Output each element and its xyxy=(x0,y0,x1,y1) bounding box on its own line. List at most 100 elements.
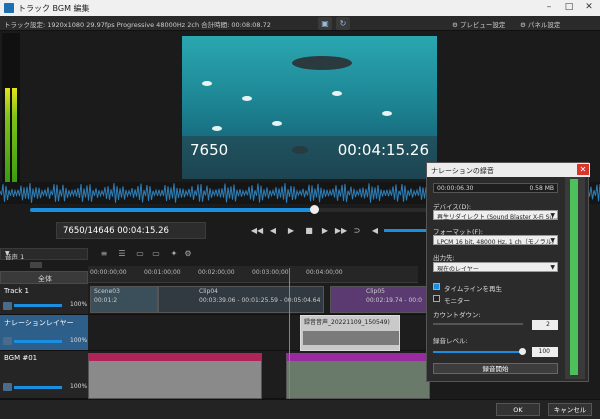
level-slider[interactable] xyxy=(433,351,523,353)
ruler-tick-label: 00:01:00;00 xyxy=(144,269,181,276)
cancel-button[interactable]: キャンセル xyxy=(548,403,592,416)
level-spinner[interactable]: 100 xyxy=(532,347,558,357)
fish-shape xyxy=(202,81,212,86)
new-file-icon[interactable]: ▭ xyxy=(134,249,146,259)
window-title: トラック BGM 編集 xyxy=(18,4,90,13)
clip-clip04[interactable]: Clip04 00:03:39.06 - 00:01:25.59 - 00:05… xyxy=(158,286,324,313)
zoom-all-button[interactable]: 全体 xyxy=(0,271,88,284)
start-recording-button[interactable]: 録音開始 xyxy=(433,363,558,374)
step-forward-icon[interactable]: ▶ xyxy=(318,224,332,237)
chevron-down-icon: ▼ xyxy=(550,264,555,271)
countdown-label: カウントダウン: xyxy=(433,311,481,319)
record-level-meter xyxy=(565,177,585,379)
maximize-icon[interactable]: □ xyxy=(560,2,578,14)
fish-shape xyxy=(272,121,282,126)
clip-recording[interactable]: 録音音声_20221109_150549) xyxy=(300,315,400,351)
play-timeline-checkbox[interactable] xyxy=(433,283,440,290)
add-track-icon[interactable]: ≡ xyxy=(98,249,110,259)
playhead[interactable] xyxy=(289,268,290,400)
ruler-tick-label: 00:00:00;00 xyxy=(90,269,127,276)
close-icon[interactable]: ✕ xyxy=(580,2,598,14)
fish-shape xyxy=(242,96,252,101)
track-lane[interactable]: Audio01 Audio 2 xyxy=(88,351,430,399)
timeline-ruler[interactable]: 00:00:00;00 00:01:00;00 00:02:00;00 00:0… xyxy=(88,266,418,283)
folder-icon[interactable]: ▭ xyxy=(150,249,162,259)
play-icon[interactable]: ▶ xyxy=(284,224,298,237)
track-list-icon[interactable]: ☰ xyxy=(116,249,128,259)
fish-shape xyxy=(382,111,392,116)
seek-bar[interactable] xyxy=(30,205,430,214)
play-timeline-label: タイムラインを再生 xyxy=(444,285,503,293)
chevron-down-icon: ▼ xyxy=(550,212,555,219)
frame-counter: 7650/14646 00:04:15.26 xyxy=(56,222,206,239)
seek-handle[interactable] xyxy=(310,205,319,214)
loop-icon[interactable]: ⊃ xyxy=(350,224,364,237)
output-select[interactable]: 現在のレイヤー ▼ xyxy=(433,262,558,273)
clip-audio01[interactable]: Audio01 xyxy=(88,353,262,399)
level-label: 録音レベル: xyxy=(433,337,468,345)
track-volume-slider[interactable] xyxy=(14,340,62,343)
clip-waveform xyxy=(303,331,399,345)
track-lane[interactable]: 録音音声_20221109_150549) xyxy=(88,315,430,351)
dialog-title: ナレーションの録音 xyxy=(431,167,494,175)
level-slider-handle[interactable] xyxy=(519,348,526,355)
stop-icon[interactable]: ■ xyxy=(302,224,316,237)
speaker-icon[interactable] xyxy=(3,302,12,310)
minimize-icon[interactable]: – xyxy=(540,2,558,14)
record-level-bar xyxy=(570,179,578,375)
scene-icon[interactable]: ▣ xyxy=(318,17,332,30)
marker-icon[interactable]: ✦ xyxy=(168,249,180,259)
meter-right-channel xyxy=(12,88,17,183)
track-lane[interactable]: Scene03 00:01:2 Clip04 00:03:39.06 - 00:… xyxy=(88,284,430,315)
countdown-spinner[interactable]: 2 xyxy=(532,320,558,330)
ruler-tick-label: 00:04:00;00 xyxy=(306,269,343,276)
track-header[interactable]: BGM #01 100% xyxy=(0,351,88,399)
close-icon[interactable]: ✕ xyxy=(577,164,589,175)
track-header[interactable]: ナレーションレイヤー 100% xyxy=(0,315,88,351)
track-volume-slider[interactable] xyxy=(14,386,62,389)
elapsed-time: 00:00:06.30 xyxy=(437,185,474,192)
output-label: 出力先: xyxy=(433,254,455,262)
countdown-slider[interactable] xyxy=(433,323,523,325)
clip-scene03[interactable]: Scene03 00:01:2 xyxy=(90,286,158,313)
counter-text: 7650/14646 00:04:15.26 xyxy=(63,226,169,236)
gear-icon: ⚙ xyxy=(452,21,460,29)
monitor-label: モニター xyxy=(444,297,470,305)
preview-timecode: 00:04:15.26 xyxy=(337,141,429,159)
step-back-icon[interactable]: ◀ xyxy=(266,224,280,237)
preview-settings-button[interactable]: ⚙ プレビュー設定 xyxy=(452,19,505,29)
device-select[interactable]: 再生リダイレクト (Sound Blaster X-Fi Su... ▼ xyxy=(433,210,559,221)
track-selector[interactable]: 音声 1 ▼ xyxy=(0,248,88,261)
track-volume: 100% xyxy=(70,383,88,390)
clip-clip05[interactable]: Clip05 00:02:19.74 - 00:0 xyxy=(330,286,430,313)
narration-record-dialog: ナレーションの録音 ✕ 00:00:06.30 0.58 MB デバイス(D):… xyxy=(426,162,590,382)
record-status: 00:00:06.30 0.58 MB xyxy=(433,183,558,193)
preview-volume-slider[interactable] xyxy=(384,229,430,232)
format-select[interactable]: LPCM 16 bit, 48000 Hz, 1 ch（モノラル） ▼ xyxy=(433,235,558,246)
speaker-icon[interactable]: ◀ xyxy=(368,224,382,237)
monitor-checkbox[interactable] xyxy=(433,295,440,302)
ruler-tick-label: 00:02:00;00 xyxy=(198,269,235,276)
diver-shape xyxy=(292,56,352,70)
track-name: BGM #01 xyxy=(4,354,38,362)
ok-button[interactable]: OK xyxy=(496,403,540,416)
track-volume: 100% xyxy=(70,337,88,344)
clip-audio2[interactable]: Audio 2 xyxy=(286,353,430,399)
info-bar: トラック設定: 1920x1080 29.97fps Progressive 4… xyxy=(0,16,600,31)
track-volume-slider[interactable] xyxy=(14,304,62,307)
seek-progress xyxy=(30,208,314,212)
track-header[interactable]: Track 1 100% xyxy=(0,284,88,315)
zoom-slider[interactable] xyxy=(30,262,42,268)
panel-settings-button[interactable]: ⚙ パネル設定 xyxy=(520,19,560,29)
audio-level-meter xyxy=(2,33,20,183)
track-name: ナレーションレイヤー xyxy=(4,319,74,327)
fish-shape xyxy=(332,91,342,96)
fast-forward-icon[interactable]: ▶▶ xyxy=(334,224,348,237)
settings-icon[interactable]: ⚙ xyxy=(182,249,194,259)
speaker-icon[interactable] xyxy=(3,337,12,345)
refresh-icon[interactable]: ↻ xyxy=(336,17,350,30)
rewind-icon[interactable]: ◀◀ xyxy=(250,224,264,237)
ruler-tick-label: 00:03:00;00 xyxy=(252,269,289,276)
speaker-icon[interactable] xyxy=(3,383,12,391)
track-volume: 100% xyxy=(70,301,88,308)
